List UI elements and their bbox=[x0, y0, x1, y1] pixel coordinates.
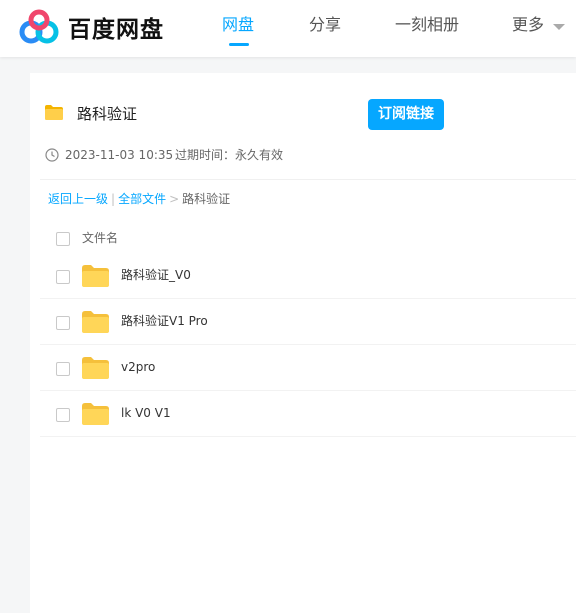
breadcrumb-separator: | bbox=[111, 192, 116, 206]
clock-icon bbox=[45, 148, 59, 162]
folder-icon bbox=[82, 357, 109, 379]
row-checkbox[interactable] bbox=[56, 408, 70, 422]
file-row[interactable]: lk V0 V1 bbox=[40, 391, 576, 437]
breadcrumb-separator: > bbox=[169, 192, 180, 206]
nav-item-share[interactable]: 分享 bbox=[309, 15, 341, 35]
baidu-cloud-logo-icon bbox=[19, 9, 59, 44]
logo[interactable]: 百度网盘 bbox=[18, 9, 164, 45]
nav-item-album[interactable]: 一刻相册 bbox=[395, 15, 459, 35]
row-checkbox[interactable] bbox=[56, 362, 70, 376]
row-checkbox[interactable] bbox=[56, 316, 70, 330]
breadcrumb-all-files-link[interactable]: 全部文件 bbox=[118, 192, 166, 206]
folder-icon bbox=[45, 105, 63, 120]
file-list: 路科验证_V0 路科验证V1 Pro v2pro lk V0 V1 bbox=[40, 253, 576, 437]
divider bbox=[40, 179, 576, 180]
file-name[interactable]: 路科验证_V0 bbox=[121, 267, 191, 283]
nav-item-netdisk[interactable]: 网盘 bbox=[222, 15, 254, 35]
folder-icon bbox=[82, 311, 109, 333]
file-row[interactable]: v2pro bbox=[40, 345, 576, 391]
folder-icon bbox=[82, 403, 109, 425]
breadcrumb: 返回上一级 | 全部文件 > 路科验证 bbox=[48, 191, 230, 207]
share-date: 2023-11-03 10:35 bbox=[65, 148, 174, 162]
file-row[interactable]: 路科验证V1 Pro bbox=[40, 299, 576, 345]
select-all-checkbox[interactable] bbox=[56, 232, 70, 246]
share-panel: 路科验证 订阅链接 2023-11-03 10:35 过期时间：永久有效 返回上… bbox=[30, 73, 576, 613]
logo-text: 百度网盘 bbox=[68, 17, 164, 43]
folder-icon bbox=[82, 265, 109, 287]
breadcrumb-back-link[interactable]: 返回上一级 bbox=[48, 192, 108, 206]
nav-active-indicator bbox=[229, 43, 249, 46]
row-checkbox[interactable] bbox=[56, 270, 70, 284]
share-title: 路科验证 bbox=[77, 105, 138, 123]
file-name[interactable]: lk V0 V1 bbox=[121, 405, 171, 421]
file-list-header: 文件名 bbox=[40, 223, 576, 253]
file-row[interactable]: 路科验证_V0 bbox=[40, 253, 576, 299]
share-expire: 过期时间：永久有效 bbox=[175, 148, 284, 162]
nav-item-more[interactable]: 更多 bbox=[512, 15, 544, 35]
file-name[interactable]: v2pro bbox=[121, 359, 155, 375]
column-header-filename: 文件名 bbox=[82, 231, 119, 245]
file-name[interactable]: 路科验证V1 Pro bbox=[121, 313, 208, 329]
top-navigation-bar: 百度网盘 网盘 分享 一刻相册 更多 bbox=[0, 0, 576, 57]
subscribe-link-button[interactable]: 订阅链接 bbox=[368, 99, 444, 130]
caret-down-icon[interactable] bbox=[553, 24, 565, 30]
breadcrumb-current: 路科验证 bbox=[182, 192, 231, 206]
